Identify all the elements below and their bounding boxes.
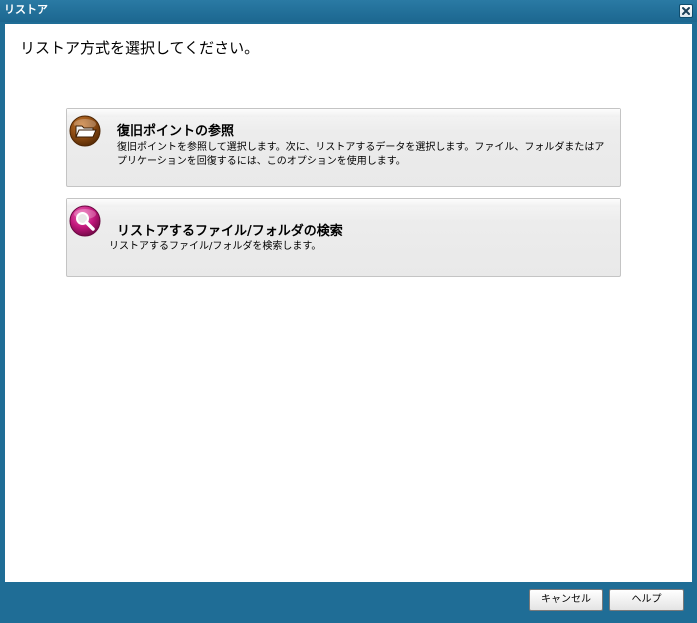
option-description: 復旧ポイントを参照して選択します。次に、リストアするデータを選択します。ファイル… [117,142,605,167]
help-button[interactable]: ヘルプ [609,589,684,611]
option-title: リストアするファイル/フォルダの検索 [117,224,343,239]
cancel-button[interactable]: キャンセル [529,589,603,611]
window-title: リストア [4,3,48,16]
browse-recovery-points-option[interactable]: 復旧ポイントの参照 復旧ポイントを参照して選択します。次に、リストアするデータを… [66,108,621,187]
option-title: 復旧ポイントの参照 [117,124,235,139]
search-files-folders-option[interactable]: リストアするファイル/フォルダの検索 リストアするファイル/フォルダを検索します… [66,198,621,277]
close-button[interactable] [679,4,693,18]
option-description: リストアするファイル/フォルダを検索します。 [109,241,322,252]
restore-dialog: リストア リストア方式を選択してください。 復旧ポイントの参照 復旧ポイントを参… [0,0,697,623]
close-icon [682,7,690,15]
folder-open-icon [69,115,101,147]
search-icon [69,205,101,237]
dialog-content: リストア方式を選択してください。 復旧ポイントの参照 復旧ポイントを参照して選択… [5,24,692,582]
page-title: リストア方式を選択してください。 [20,39,260,57]
title-bar[interactable]: リストア [0,0,697,22]
